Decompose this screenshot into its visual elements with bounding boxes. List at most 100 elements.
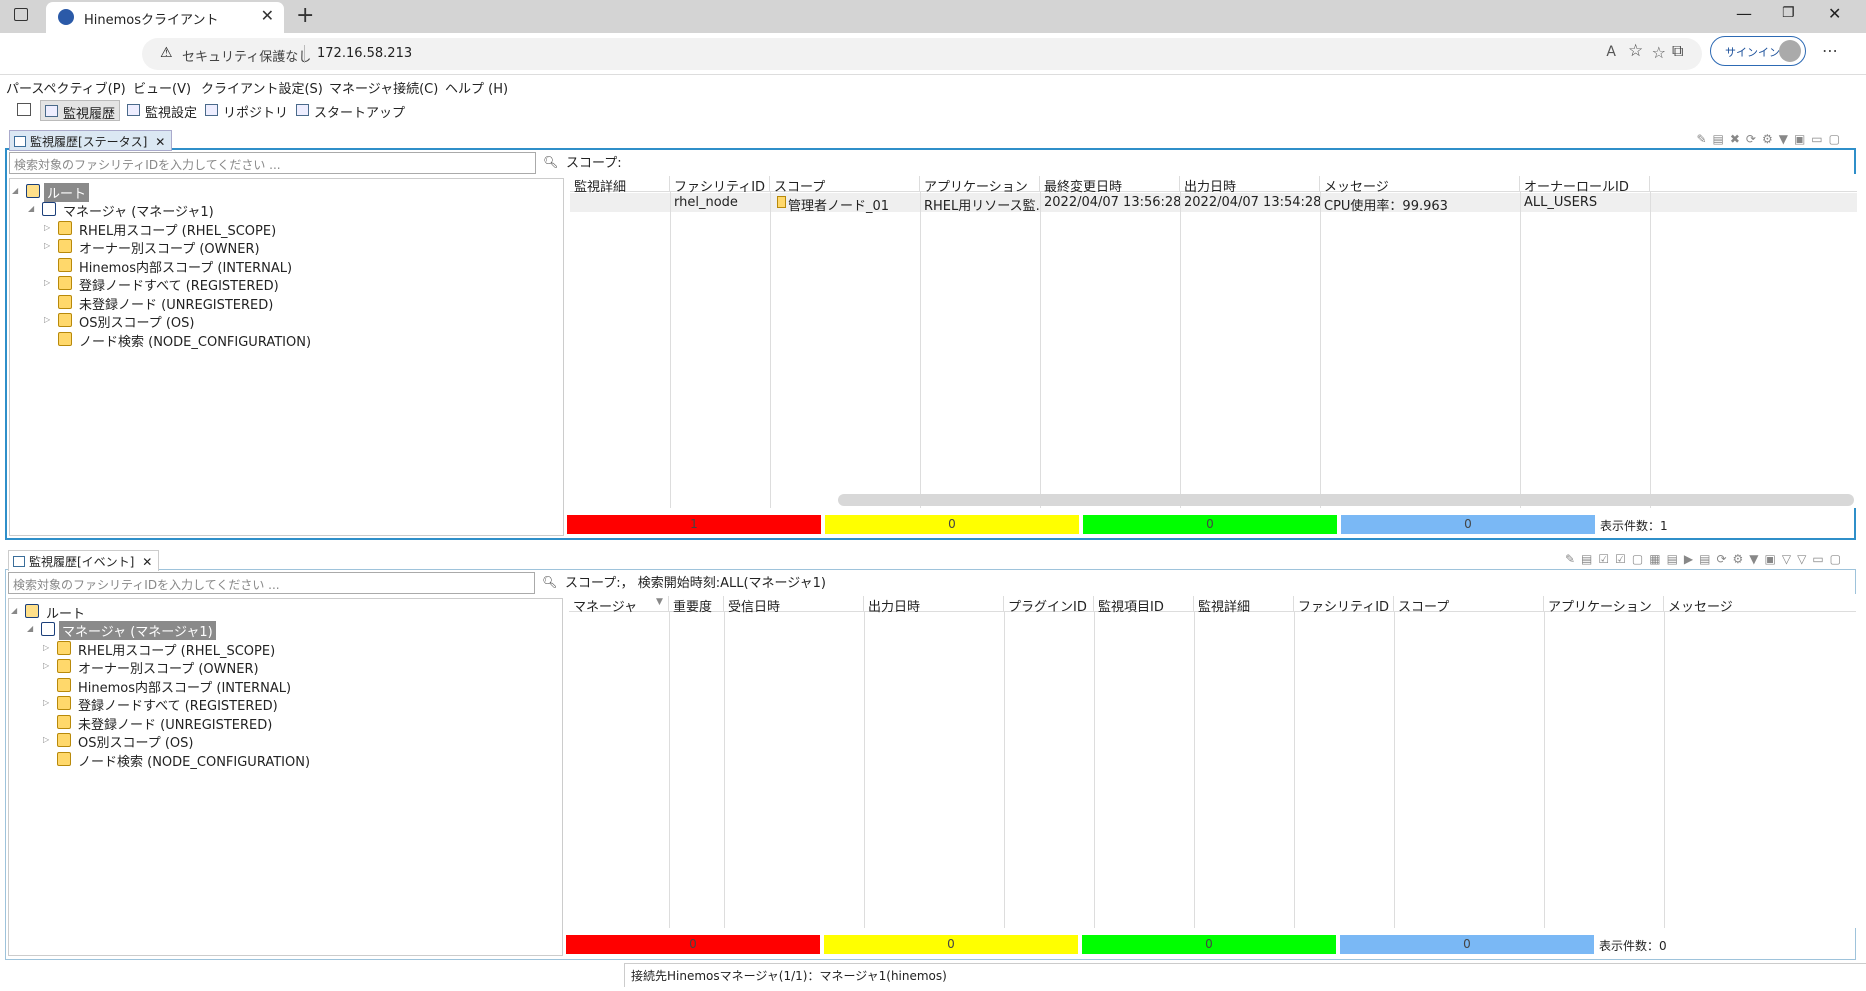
- column-header[interactable]: アプリケーション: [920, 176, 1040, 195]
- perspective-startup[interactable]: スタートアップ: [292, 100, 409, 121]
- expand-icon[interactable]: ▷: [43, 735, 49, 744]
- collapse-icon[interactable]: ◢: [28, 204, 34, 213]
- tree-label: OS別スコープ (OS): [78, 736, 194, 751]
- url-field[interactable]: ⚠ セキュリティ保護なし 172.16.58.213 A ☆: [142, 38, 1702, 70]
- menu-client-settings[interactable]: クライアント設定(S): [201, 78, 323, 97]
- read-aloud-icon[interactable]: A: [1606, 44, 1616, 60]
- scope-folder-icon: [58, 332, 72, 346]
- expand-icon[interactable]: ▷: [44, 315, 50, 324]
- perspective-icon: [127, 104, 140, 116]
- add-favorite-icon[interactable]: ☆: [1652, 43, 1666, 62]
- column-header[interactable]: ファシリティID: [1294, 596, 1394, 615]
- horizontal-scrollbar[interactable]: [838, 494, 1854, 506]
- column-header[interactable]: メッセージ: [1664, 596, 1856, 615]
- close-view-icon[interactable]: ✕: [142, 555, 152, 569]
- event-search-input[interactable]: 検索対象のファシリティIDを入力してください ...: [8, 572, 535, 594]
- column-divider: [1320, 192, 1321, 508]
- column-header[interactable]: 受信日時: [724, 596, 864, 615]
- status-view-toolbar[interactable]: ✎▤✖⟳⚙▼▣▭▢: [1696, 132, 1846, 148]
- column-header[interactable]: 出力日時: [864, 596, 1004, 615]
- column-header[interactable]: 監視詳細: [570, 176, 670, 195]
- search-icon[interactable]: 🔍︎: [542, 575, 557, 589]
- expand-icon[interactable]: ▷: [44, 278, 50, 287]
- perspective-icon: [296, 104, 309, 116]
- collapse-icon[interactable]: ◢: [11, 606, 17, 615]
- collapse-icon[interactable]: ◢: [27, 624, 33, 633]
- event-count-label: 表示件数：0: [1599, 939, 1667, 953]
- unknown-count-box: 0: [1340, 935, 1594, 954]
- status-search-input[interactable]: 検索対象のファシリティIDを入力してください ...: [9, 152, 536, 174]
- status-count-label: 表示件数：1: [1600, 519, 1668, 533]
- column-header[interactable]: 最終変更日時: [1040, 176, 1180, 195]
- column-header[interactable]: メッセージ: [1320, 176, 1520, 195]
- signin-button[interactable]: サインイン: [1710, 36, 1806, 66]
- sort-desc-icon[interactable]: ▼: [656, 597, 663, 607]
- column-divider: [1544, 612, 1545, 928]
- event-view-toolbar[interactable]: ✎▤☑☑▢▦▤▶▤⟳⚙▼▣▽▽▭▢: [1565, 552, 1847, 568]
- column-header[interactable]: プラグインID: [1004, 596, 1094, 615]
- column-header[interactable]: スコープ: [1394, 596, 1544, 615]
- tree-label: OS別スコープ (OS): [79, 316, 195, 331]
- open-perspective-icon[interactable]: [17, 103, 31, 116]
- new-tab-icon[interactable]: +: [296, 3, 314, 28]
- scope-folder-icon: [57, 659, 71, 673]
- column-divider: [1004, 612, 1005, 928]
- column-divider: [1394, 612, 1395, 928]
- menu-perspective[interactable]: パースペクティブ(P): [6, 78, 126, 97]
- tab-actions-icon[interactable]: [14, 8, 28, 21]
- node-icon: [777, 196, 786, 208]
- column-divider: [669, 612, 670, 928]
- minimize-icon[interactable]: —: [1736, 4, 1752, 23]
- expand-icon[interactable]: ▷: [44, 223, 50, 232]
- tree-label: ノード検索 (NODE_CONFIGURATION): [78, 755, 311, 770]
- perspective-repository[interactable]: リポジトリ: [201, 100, 292, 121]
- perspective-monitor-history[interactable]: 監視履歴: [40, 100, 121, 122]
- column-header[interactable]: マネージャ: [569, 596, 669, 615]
- expand-icon[interactable]: ▷: [43, 698, 49, 707]
- collapse-icon[interactable]: ◢: [12, 186, 18, 195]
- menu-help[interactable]: ヘルプ (H): [445, 78, 508, 97]
- scope-folder-icon: [58, 295, 72, 309]
- menu-manager-connection[interactable]: マネージャ接続(C): [329, 78, 438, 97]
- sash-handle[interactable]: [565, 178, 569, 536]
- expand-icon[interactable]: ▷: [43, 643, 49, 652]
- column-header[interactable]: 出力日時: [1180, 176, 1320, 195]
- unknown-count-box: 0: [1341, 515, 1595, 534]
- column-header[interactable]: 重要度: [669, 596, 724, 615]
- expand-icon[interactable]: ▷: [44, 241, 50, 250]
- column-header[interactable]: 監視詳細: [1194, 596, 1294, 615]
- scope-folder-icon: [58, 258, 72, 272]
- more-menu-icon[interactable]: ⋯: [1822, 41, 1838, 60]
- table-cell: CPU使用率：99.963: [1324, 199, 1448, 214]
- close-window-icon[interactable]: ✕: [1828, 4, 1841, 23]
- collections-icon[interactable]: ⧉: [1672, 41, 1683, 61]
- table-cell: 管理者ノード_01: [788, 199, 890, 214]
- perspective-monitor-settings[interactable]: 監視設定: [123, 100, 201, 121]
- browser-tab[interactable]: Hinemosクライアント ✕: [46, 2, 284, 33]
- event-view-tab[interactable]: 監視履歴[イベント] ✕: [8, 550, 160, 571]
- column-divider: [920, 192, 921, 508]
- address-bar: ← → ↻ ⚠ セキュリティ保護なし 172.16.58.213 A ☆ ☆ ⧉…: [0, 33, 1866, 97]
- favorites-icon[interactable]: ☆: [1628, 41, 1643, 61]
- column-header[interactable]: 監視項目ID: [1094, 596, 1194, 615]
- table-cell: rhel_node: [674, 195, 738, 210]
- column-header[interactable]: オーナーロールID: [1520, 176, 1650, 195]
- close-view-icon[interactable]: ✕: [155, 135, 165, 149]
- view-icon: [13, 556, 25, 567]
- column-divider: [1294, 612, 1295, 928]
- sash-handle[interactable]: [564, 598, 568, 956]
- column-header[interactable]: スコープ: [770, 176, 920, 195]
- menu-view[interactable]: ビュー(V): [133, 78, 191, 97]
- close-tab-icon[interactable]: ✕: [261, 6, 274, 25]
- expand-icon[interactable]: ▷: [43, 661, 49, 670]
- search-icon[interactable]: 🔍︎: [543, 155, 558, 169]
- restore-icon[interactable]: ❐: [1782, 5, 1795, 21]
- column-header[interactable]: ファシリティID: [670, 176, 770, 195]
- status-view-tab[interactable]: 監視履歴[ステータス] ✕: [9, 130, 173, 151]
- scope-folder-icon: [58, 221, 72, 235]
- event-facility-tree: ◢ ルート ◢ マネージャ (マネージャ1) ▷ RHEL用スコープ (RHEL_SC…: [8, 598, 563, 956]
- tree-label: マネージャ (マネージャ1): [59, 621, 216, 640]
- table-row[interactable]: rhel_node 管理者ノード_01 RHEL用リソース監... 2022/0…: [570, 193, 1857, 214]
- column-header[interactable]: アプリケーション: [1544, 596, 1664, 615]
- info-count-box: 0: [1083, 515, 1337, 534]
